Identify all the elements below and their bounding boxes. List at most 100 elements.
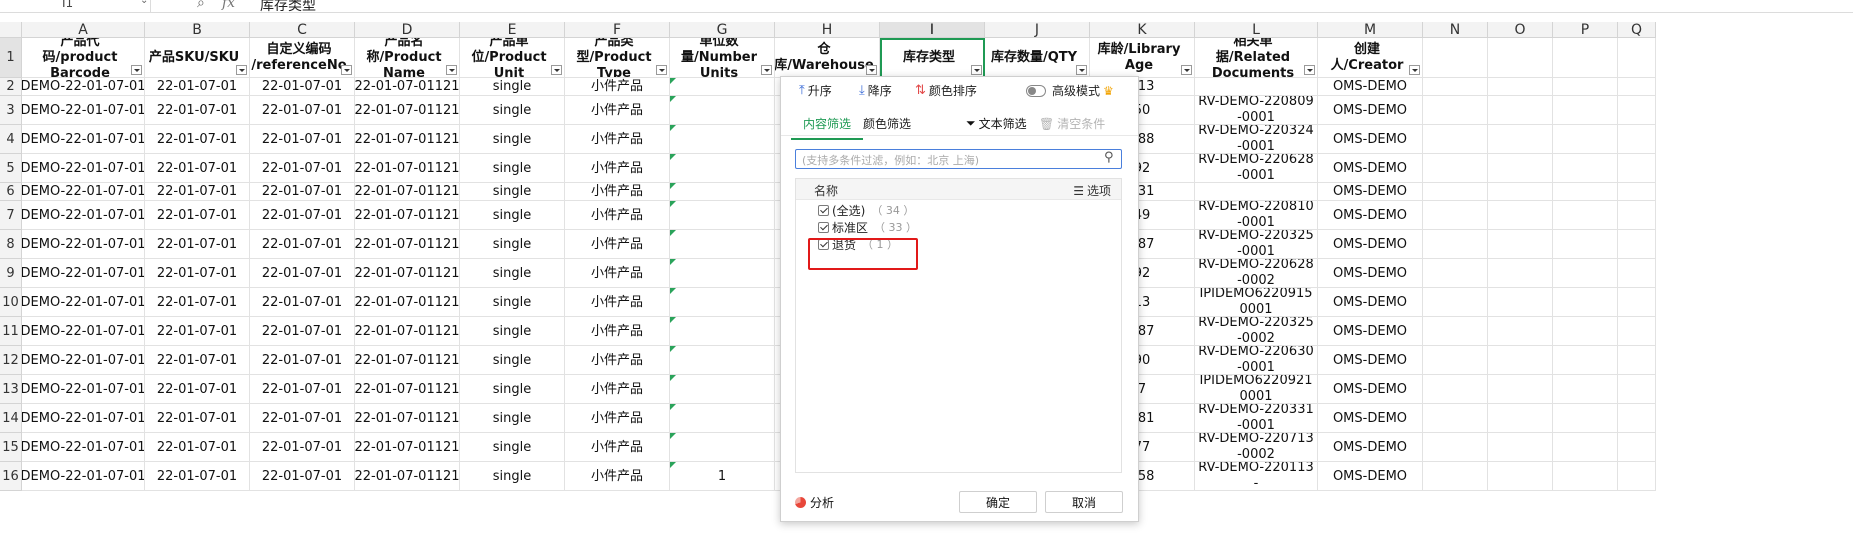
- cell-n[interactable]: [1423, 154, 1488, 183]
- cell-m[interactable]: OMS-DEMO: [1318, 259, 1423, 288]
- row-header[interactable]: 2: [0, 78, 22, 96]
- column-header-p[interactable]: P: [1553, 22, 1618, 38]
- cell-p[interactable]: [1553, 183, 1618, 201]
- cell-p[interactable]: [1553, 201, 1618, 230]
- cell-o[interactable]: [1488, 96, 1553, 125]
- cell-a[interactable]: DEMO-22-01-07-01: [22, 78, 145, 96]
- filter-dropdown-icon[interactable]: [446, 65, 457, 75]
- cell-n[interactable]: [1423, 346, 1488, 375]
- row-header[interactable]: 12: [0, 346, 22, 375]
- column-header-i[interactable]: I: [880, 22, 985, 38]
- cell-m[interactable]: OMS-DEMO: [1318, 125, 1423, 154]
- cell-g[interactable]: [670, 78, 775, 96]
- cell-q[interactable]: [1618, 125, 1656, 154]
- cell-m[interactable]: OMS-DEMO: [1318, 78, 1423, 96]
- empty-cell[interactable]: [1618, 38, 1656, 78]
- cell-f[interactable]: 小件产品: [565, 288, 670, 317]
- cell-f[interactable]: 小件产品: [565, 78, 670, 96]
- analysis-button[interactable]: 分析: [795, 494, 834, 511]
- cell-q[interactable]: [1618, 288, 1656, 317]
- cell-b[interactable]: 22-01-07-01: [145, 317, 250, 346]
- cell-m[interactable]: OMS-DEMO: [1318, 230, 1423, 259]
- cell-n[interactable]: [1423, 375, 1488, 404]
- column-header-b[interactable]: B: [145, 22, 250, 38]
- cell-g[interactable]: [670, 96, 775, 125]
- cell-l[interactable]: IPIDEMO62209210001: [1195, 375, 1318, 404]
- cell-e[interactable]: single: [460, 288, 565, 317]
- cell-a[interactable]: DEMO-22-01-07-01: [22, 96, 145, 125]
- checkbox[interactable]: [818, 221, 829, 233]
- cell-b[interactable]: 22-01-07-01: [145, 201, 250, 230]
- cell-g[interactable]: [670, 154, 775, 183]
- filter-dropdown-icon[interactable]: [236, 65, 247, 75]
- column-header-o[interactable]: O: [1488, 22, 1553, 38]
- cell-p[interactable]: [1553, 462, 1618, 491]
- column-header-h[interactable]: H: [775, 22, 880, 38]
- header-cell-g[interactable]: 单位数量/Number Units: [670, 38, 775, 78]
- cell-n[interactable]: [1423, 96, 1488, 125]
- header-cell-k[interactable]: 库龄/Library Age: [1090, 38, 1195, 78]
- cell-o[interactable]: [1488, 125, 1553, 154]
- header-cell-j[interactable]: 库存数量/QTY: [985, 38, 1090, 78]
- header-cell-d[interactable]: 产品名称/Product Name: [355, 38, 460, 78]
- cell-g[interactable]: [670, 201, 775, 230]
- cell-g[interactable]: [670, 375, 775, 404]
- cell-n[interactable]: [1423, 433, 1488, 462]
- cell-g[interactable]: [670, 125, 775, 154]
- cell-b[interactable]: 22-01-07-01: [145, 230, 250, 259]
- column-header-n[interactable]: N: [1423, 22, 1488, 38]
- row-header[interactable]: 9: [0, 259, 22, 288]
- header-cell-c[interactable]: 自定义编码 /referenceNo: [250, 38, 355, 78]
- cell-f[interactable]: 小件产品: [565, 183, 670, 201]
- cell-e[interactable]: single: [460, 96, 565, 125]
- cell-g[interactable]: [670, 346, 775, 375]
- cell-o[interactable]: [1488, 78, 1553, 96]
- formula-content[interactable]: 库存类型: [260, 0, 316, 12]
- row-header[interactable]: 1: [0, 38, 22, 78]
- column-header-l[interactable]: L: [1195, 22, 1318, 38]
- cell-q[interactable]: [1618, 78, 1656, 96]
- cell-o[interactable]: [1488, 375, 1553, 404]
- cell-d[interactable]: 22-01-07-01121: [355, 317, 460, 346]
- cell-l[interactable]: RV-DEMO-220628-0002: [1195, 259, 1318, 288]
- cell-b[interactable]: 22-01-07-01: [145, 404, 250, 433]
- cell-e[interactable]: single: [460, 462, 565, 491]
- row-header[interactable]: 11: [0, 317, 22, 346]
- cell-e[interactable]: single: [460, 183, 565, 201]
- cell-a[interactable]: DEMO-22-01-07-01: [22, 433, 145, 462]
- filter-dropdown-icon[interactable]: [866, 65, 877, 75]
- cell-l[interactable]: RV-DEMO-220810-0001: [1195, 201, 1318, 230]
- cell-n[interactable]: [1423, 288, 1488, 317]
- filter-dropdown-icon[interactable]: [761, 65, 772, 75]
- cell-o[interactable]: [1488, 201, 1553, 230]
- column-header-q[interactable]: Q: [1618, 22, 1656, 38]
- cell-l[interactable]: RV-DEMO-220809-0001: [1195, 96, 1318, 125]
- cell-n[interactable]: [1423, 201, 1488, 230]
- cell-b[interactable]: 22-01-07-01: [145, 375, 250, 404]
- cell-q[interactable]: [1618, 346, 1656, 375]
- cell-e[interactable]: single: [460, 317, 565, 346]
- cell-d[interactable]: 22-01-07-01121: [355, 346, 460, 375]
- filter-dropdown-icon[interactable]: [341, 65, 352, 75]
- options-button[interactable]: ☰ 选项: [1073, 182, 1111, 199]
- empty-cell[interactable]: [1423, 38, 1488, 78]
- column-header-g[interactable]: G: [670, 22, 775, 38]
- cell-e[interactable]: single: [460, 125, 565, 154]
- cell-m[interactable]: OMS-DEMO: [1318, 96, 1423, 125]
- cell-q[interactable]: [1618, 433, 1656, 462]
- cell-l[interactable]: RV-DEMO-220325-0002: [1195, 317, 1318, 346]
- column-header-j[interactable]: J: [985, 22, 1090, 38]
- cell-n[interactable]: [1423, 317, 1488, 346]
- cell-q[interactable]: [1618, 96, 1656, 125]
- column-header-f[interactable]: F: [565, 22, 670, 38]
- cell-o[interactable]: [1488, 183, 1553, 201]
- cell-a[interactable]: DEMO-22-01-07-01: [22, 288, 145, 317]
- cell-q[interactable]: [1618, 230, 1656, 259]
- cell-e[interactable]: single: [460, 433, 565, 462]
- column-header-a[interactable]: A: [22, 22, 145, 38]
- cell-e[interactable]: single: [460, 201, 565, 230]
- row-header[interactable]: 14: [0, 404, 22, 433]
- filter-dropdown-icon[interactable]: [1076, 65, 1087, 75]
- cell-c[interactable]: 22-01-07-01: [250, 125, 355, 154]
- cell-p[interactable]: [1553, 125, 1618, 154]
